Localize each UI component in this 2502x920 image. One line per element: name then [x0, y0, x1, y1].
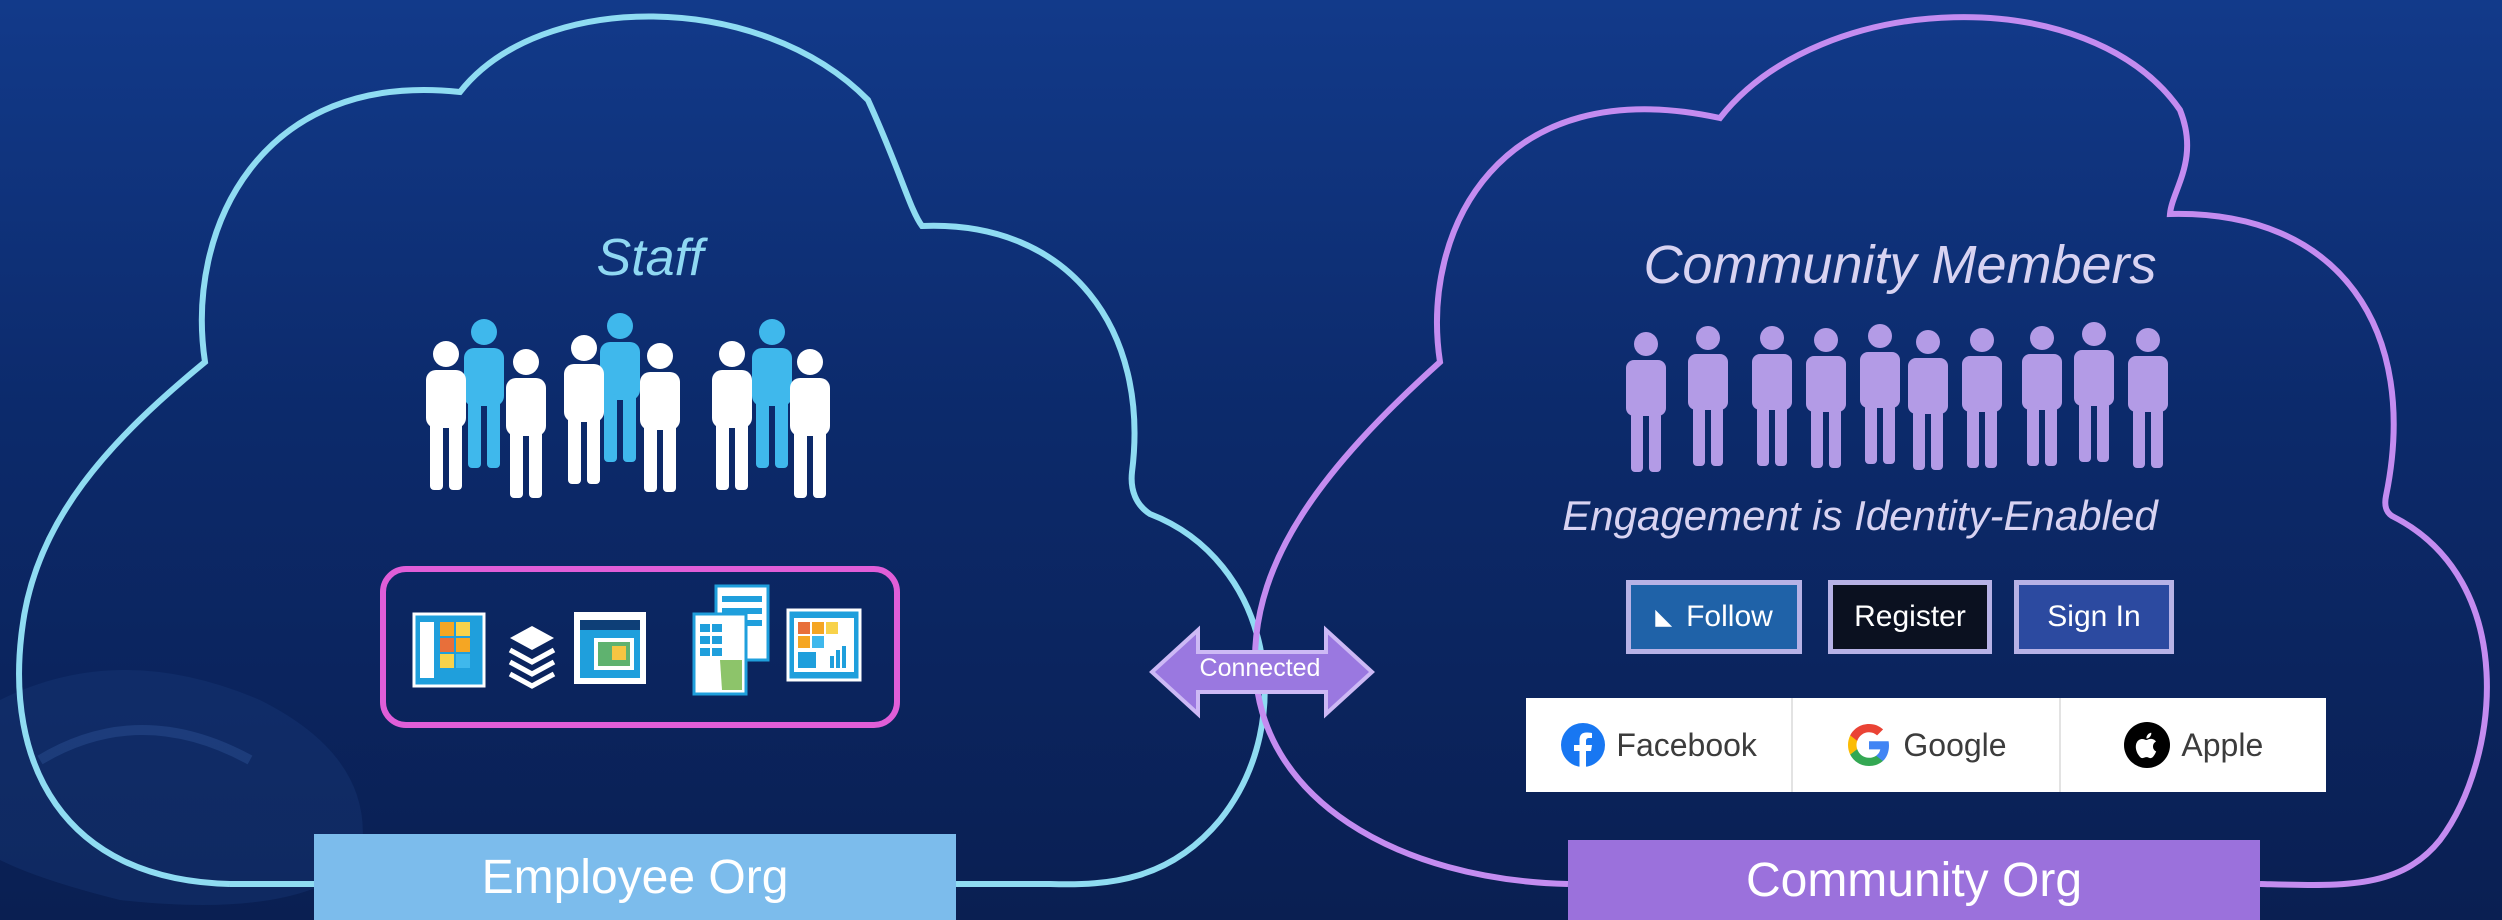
facebook-login-button[interactable]: Facebook	[1526, 698, 1794, 792]
follow-button-label: Follow	[1686, 600, 1773, 633]
google-label: Google	[1903, 726, 2007, 763]
community-org-label: Community Org	[1568, 840, 2260, 920]
community-person-icon	[1962, 328, 2002, 468]
community-person-icon	[2128, 328, 2168, 468]
community-person-icon	[1860, 324, 1900, 464]
community-person-icon	[2022, 326, 2062, 466]
social-login-bar: Facebook Google Apple	[1526, 698, 2326, 792]
register-button[interactable]: Register	[1828, 580, 1992, 654]
google-login-button[interactable]: Google	[1793, 698, 2061, 792]
community-person-icon	[1908, 330, 1948, 470]
community-person-icon	[2074, 322, 2114, 462]
community-person-icon	[1626, 332, 1666, 472]
rss-icon: ◣	[1655, 604, 1673, 629]
apple-label: Apple	[2181, 726, 2264, 763]
apple-login-button[interactable]: Apple	[2061, 698, 2326, 792]
follow-button[interactable]: ◣ Follow	[1626, 580, 1802, 654]
community-person-icon	[1806, 328, 1846, 468]
engagement-tagline: Engagement is Identity-Enabled	[1562, 492, 2158, 539]
community-person-icon	[1752, 326, 1792, 466]
google-icon	[1848, 724, 1890, 766]
facebook-label: Facebook	[1616, 726, 1757, 763]
sign-in-button[interactable]: Sign In	[2014, 580, 2174, 654]
sign-in-button-label: Sign In	[2047, 600, 2141, 633]
community-person-icon	[1688, 326, 1728, 466]
register-button-label: Register	[1854, 600, 1966, 633]
apple-icon	[2124, 722, 2171, 768]
facebook-icon	[1561, 723, 1606, 768]
